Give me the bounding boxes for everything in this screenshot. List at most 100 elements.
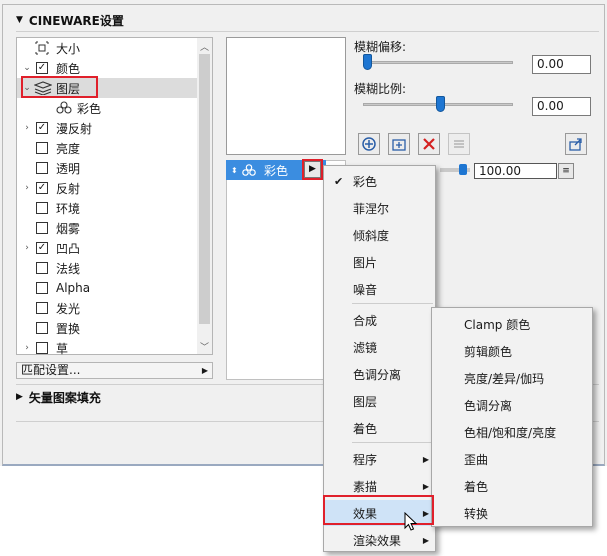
layer-mode-icon[interactable]: ≡	[558, 163, 574, 179]
shader-menu-item[interactable]: 合成	[324, 307, 435, 333]
menu-item-label: 彩色	[353, 174, 378, 189]
tree-checkbox[interactable]	[36, 282, 48, 294]
tree-item[interactable]: 彩色	[17, 98, 197, 118]
shader-menu-item[interactable]: ✔ 彩色	[324, 168, 435, 194]
scroll-down-icon[interactable]: ﹀	[197, 340, 212, 353]
tree-scrollbar[interactable]: ︿ ﹀	[197, 37, 213, 355]
tree-checkbox[interactable]	[36, 262, 48, 274]
tree-checkbox[interactable]: ✓	[36, 242, 48, 254]
tree-item[interactable]: 烟雾	[17, 218, 197, 238]
tree-item[interactable]: 亮度	[17, 138, 197, 158]
tree-item-label: 透明	[56, 161, 81, 176]
tree-checkbox[interactable]	[36, 322, 48, 334]
blur-offset-input[interactable]: 0.00	[532, 55, 591, 74]
export-button[interactable]	[565, 133, 587, 155]
blur-offset-slider[interactable]	[363, 61, 513, 64]
blur-scale-input[interactable]: 0.00	[532, 97, 591, 116]
export-icon	[569, 138, 582, 151]
highlight-popup-button	[302, 159, 323, 180]
shader-menu-item[interactable]: 着色	[324, 415, 435, 441]
blur-offset-thumb[interactable]	[363, 54, 372, 70]
add-folder-button[interactable]	[388, 133, 410, 155]
section-header-cineware[interactable]: ▼ CINEWARE设置	[16, 12, 124, 28]
delete-layer-button[interactable]	[418, 133, 440, 155]
tree-item[interactable]: › 草	[17, 338, 197, 358]
tree-item[interactable]: 发光	[17, 298, 197, 318]
effects-menu-item[interactable]: 转换	[432, 500, 592, 526]
menu-item-label: 图层	[353, 394, 378, 409]
blur-scale-thumb[interactable]	[435, 96, 445, 112]
blur-scale-label: 模糊比例:	[354, 82, 407, 96]
effects-menu-item[interactable]: 色相/饱和度/亮度	[432, 419, 592, 445]
tree-item[interactable]: › ✓ 凹凸	[17, 238, 197, 258]
effects-menu-item[interactable]: 色调分离	[432, 392, 592, 418]
tree-checkbox[interactable]	[36, 202, 48, 214]
tree-checkbox[interactable]	[36, 342, 48, 354]
effects-menu-item[interactable]: Clamp 颜色	[432, 311, 592, 337]
shader-type-menu[interactable]: ✔ 彩色 菲涅尔 倾斜度 图片 噪音 合成 滤镜 色调分离 图层 着色 程序 ▶ 素描 ▶ 效果 ▶ 渲染效果 ▶	[323, 165, 436, 552]
merge-layer-button[interactable]	[448, 133, 470, 155]
effects-menu-item[interactable]: 亮度/差异/伽玛	[432, 365, 592, 391]
tree-item-label: 法线	[56, 261, 81, 276]
menu-item-label: 亮度/差异/伽玛	[464, 371, 545, 386]
shader-menu-item[interactable]: 噪音	[324, 276, 435, 302]
sort-arrows-icon[interactable]: ⬍	[231, 166, 238, 175]
section-title: CINEWARE设置	[28, 13, 124, 28]
tree-checkbox[interactable]: ✓	[36, 182, 48, 194]
shader-menu-item[interactable]: 图片	[324, 249, 435, 275]
menu-item-label: 素描	[353, 479, 378, 494]
tree-checkbox[interactable]	[36, 302, 48, 314]
effects-menu-item[interactable]: 歪曲	[432, 446, 592, 472]
shader-menu-item[interactable]: 渲染效果 ▶	[324, 527, 435, 553]
tree-expander-icon[interactable]: ›	[22, 243, 32, 253]
delete-icon	[423, 138, 435, 150]
tree-item[interactable]: 大小	[17, 38, 197, 58]
tree-item[interactable]: 环境	[17, 198, 197, 218]
shader-menu-item[interactable]: 色调分离	[324, 361, 435, 387]
merge-icon	[454, 140, 464, 148]
menu-item-label: 图片	[353, 255, 378, 270]
effects-menu-item[interactable]: 剪辑颜色	[432, 338, 592, 364]
collapse-arrow-icon: ▼	[16, 15, 23, 25]
tree-checkbox[interactable]: ✓	[36, 62, 48, 74]
brightness-thumb[interactable]	[459, 164, 467, 175]
menu-item-label: 转换	[464, 506, 489, 521]
add-layer-button[interactable]	[358, 133, 380, 155]
tree-item[interactable]: › ✓ 漫反射	[17, 118, 197, 138]
tree-checkbox[interactable]	[36, 142, 48, 154]
tree-item[interactable]: ⌄ ✓ 颜色	[17, 58, 197, 78]
tree-expander-icon[interactable]: ›	[22, 183, 32, 193]
material-preview	[226, 37, 346, 155]
checkmark-icon: ✔	[334, 174, 344, 188]
menu-item-label: 滤镜	[353, 340, 378, 355]
tree-item[interactable]: 法线	[17, 258, 197, 278]
tree-checkbox[interactable]	[36, 162, 48, 174]
tree-checkbox[interactable]: ✓	[36, 122, 48, 134]
tree-item-label: 置换	[56, 321, 81, 336]
shader-menu-item[interactable]: 程序 ▶	[324, 446, 435, 472]
match-settings-button[interactable]: 匹配设置... ▶	[16, 362, 213, 379]
menu-item-label: 着色	[353, 421, 378, 436]
tree-item[interactable]: 透明	[17, 158, 197, 178]
tree-item-label: 环境	[56, 201, 81, 216]
tree-item[interactable]: › ✓ 反射	[17, 178, 197, 198]
tree-expander-icon[interactable]: ›	[22, 343, 32, 353]
tree-item-label: 大小	[56, 41, 81, 56]
shader-menu-item[interactable]: 倾斜度	[324, 222, 435, 248]
effects-menu-item[interactable]: 着色	[432, 473, 592, 499]
tree-item[interactable]: 置换	[17, 318, 197, 338]
scroll-thumb[interactable]	[199, 54, 210, 324]
effects-submenu[interactable]: Clamp 颜色 剪辑颜色亮度/差异/伽玛色调分离 色相/饱和度/亮度歪曲着色转换	[431, 307, 593, 527]
section-header-vector-hatch[interactable]: ▶ 矢量图案填充	[16, 389, 101, 405]
scroll-up-icon[interactable]: ︿	[197, 40, 212, 53]
tree-expander-icon[interactable]: ›	[22, 123, 32, 133]
shader-menu-item[interactable]: 滤镜	[324, 334, 435, 360]
tree-checkbox[interactable]	[36, 222, 48, 234]
brightness-input[interactable]: 100.00	[474, 163, 557, 179]
section-title: 矢量图案填充	[28, 390, 101, 405]
menu-item-label: 歪曲	[464, 452, 489, 467]
tree-expander-icon[interactable]: ⌄	[22, 63, 32, 73]
shader-menu-item[interactable]: 图层	[324, 388, 435, 414]
tree-item[interactable]: Alpha	[17, 278, 197, 298]
shader-menu-item[interactable]: 菲涅尔	[324, 195, 435, 221]
